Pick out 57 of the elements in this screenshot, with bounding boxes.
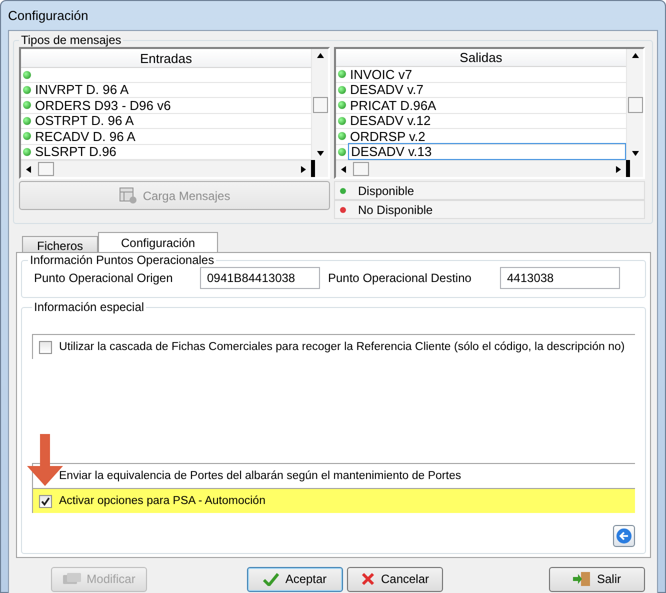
tab[interactable]: Ficheros <box>22 236 98 252</box>
scrollbar-corner <box>626 160 643 177</box>
scroll-thumb[interactable] <box>312 96 328 112</box>
checkbox[interactable] <box>39 340 52 354</box>
list-item[interactable]: DESADV v.7 <box>348 82 426 98</box>
input-field[interactable]: 4413038 <box>500 267 620 289</box>
group-title: Información Puntos Operacionales <box>29 253 216 267</box>
field-label: Punto Operacional Origen <box>34 271 174 285</box>
up-arrow-icon[interactable] <box>632 53 638 58</box>
group-title: Información especial <box>33 300 146 314</box>
option-label: Activar opciones para PSA - Automoción <box>59 495 266 507</box>
list-item[interactable]: OSTRPT D. 96 A <box>33 113 136 128</box>
back-button[interactable] <box>613 525 635 547</box>
option-label: Utilizar la cascada de Fichas Comerciales para recoger la Referencia Cliente (sólo el código, la descripción no) <box>59 341 625 353</box>
door-exit-icon <box>572 571 591 587</box>
incoming-list[interactable]: Entradas INVRPT D. 96 A ORDERS D93 - D96 v6 OSTRPT D. 96 A RECADV D. 96 A SLSRPT D.96 <box>19 47 330 179</box>
scroll-thumb[interactable] <box>628 96 642 112</box>
list-item[interactable]: SLSRPT D.96 <box>33 144 118 160</box>
list-item[interactable]: INVOIC v7 <box>348 66 414 82</box>
horizontal-scrollbar[interactable] <box>336 160 626 177</box>
input-field[interactable]: 0941B84413038 <box>200 267 320 289</box>
list-item[interactable]: INVRPT D. 96 A <box>33 82 131 98</box>
cross-icon <box>360 572 375 586</box>
list-item[interactable]: PRICAT D.96A <box>348 98 438 113</box>
right-arrow-icon[interactable] <box>301 166 306 172</box>
right-arrow-icon[interactable] <box>616 166 621 172</box>
legend-label: Disponible <box>358 184 414 198</box>
outgoing-list[interactable]: Salidas INVOIC v7 DESADV v.7 PRICAT D.96A DESADV v.12 ORDRSP v.2 DESADV v.13 <box>334 47 645 179</box>
legend-label: No Disponible <box>358 202 433 216</box>
cancel-button[interactable]: Cancelar <box>347 566 443 592</box>
table-icon <box>118 187 137 204</box>
horizontal-scrollbar[interactable] <box>21 160 311 177</box>
vertical-scrollbar[interactable] <box>311 49 328 160</box>
left-arrow-icon[interactable] <box>26 166 31 172</box>
card-icon <box>62 572 81 586</box>
scroll-thumb[interactable] <box>38 162 54 176</box>
list-item[interactable]: RECADV D. 96 A <box>33 128 138 144</box>
list-item[interactable]: DESADV v.13 <box>348 143 626 160</box>
tab[interactable]: Configuración <box>98 232 218 252</box>
window-title: Configuración <box>7 7 90 25</box>
down-arrow-icon[interactable] <box>316 151 324 156</box>
field-label: Punto Operacional Destino <box>327 271 472 285</box>
list-item[interactable]: ORDERS D93 - D96 v6 <box>33 98 173 113</box>
left-arrow-icon[interactable] <box>341 166 346 172</box>
vertical-scrollbar[interactable] <box>626 49 643 160</box>
up-arrow-icon[interactable] <box>316 53 324 58</box>
list-item[interactable]: DESADV v.12 <box>348 113 433 128</box>
option-label: Enviar la equivalencia de Portes del albarán según el mantenimiento de Portes <box>59 470 462 482</box>
check-icon <box>263 572 280 586</box>
checkbox[interactable] <box>39 494 52 508</box>
list-item[interactable]: ORDRSP v.2 <box>348 128 428 144</box>
down-arrow-icon[interactable] <box>632 151 638 156</box>
scroll-thumb[interactable] <box>353 162 369 176</box>
exit-button[interactable]: Salir <box>549 566 645 592</box>
group-title: Tipos de mensajes <box>20 33 122 47</box>
scrollbar-corner <box>311 160 328 177</box>
accept-button[interactable]: Aceptar <box>247 566 343 592</box>
